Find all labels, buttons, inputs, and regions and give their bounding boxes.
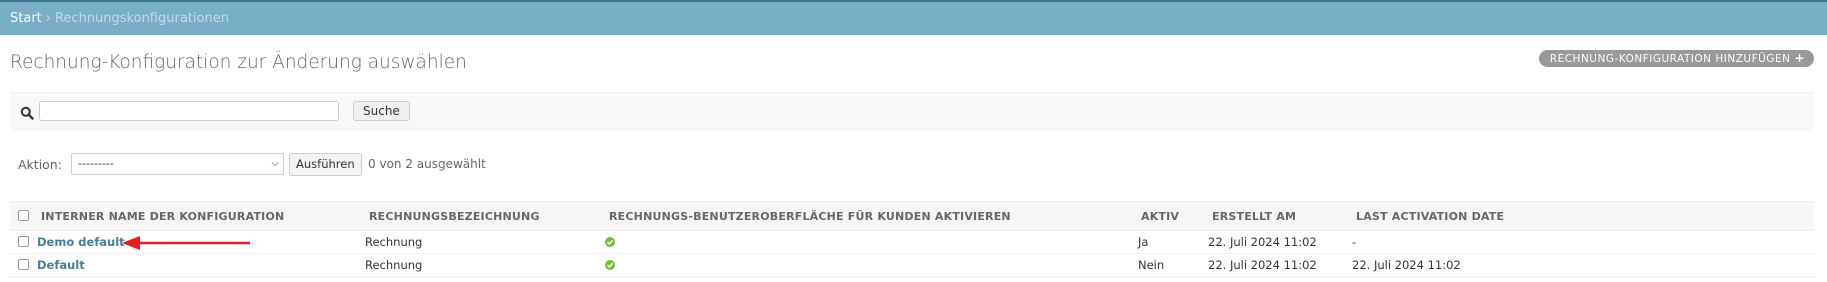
plus-icon: + bbox=[1794, 51, 1805, 65]
search-toolbar: Suche bbox=[10, 92, 1814, 131]
created-cell: 22. Juli 2024 11:02 bbox=[1208, 235, 1317, 249]
config-name-link[interactable]: Demo default bbox=[37, 235, 125, 249]
add-configuration-label: RECHNUNG-KONFIGURATION HINZUFÜGEN bbox=[1549, 53, 1791, 65]
action-select-value: --------- bbox=[78, 157, 114, 170]
column-header-created[interactable]: ERSTELLT AM bbox=[1212, 210, 1296, 223]
active-cell: Ja bbox=[1138, 235, 1149, 249]
action-select[interactable]: --------- ⌵ bbox=[71, 153, 284, 175]
column-header-designation[interactable]: RECHNUNGSBEZEICHNUNG bbox=[369, 210, 540, 223]
red-arrow-icon bbox=[122, 236, 250, 250]
breadcrumb: Start › Rechnungskonfigurationen bbox=[0, 2, 1827, 35]
breadcrumb-current: Rechnungskonfigurationen bbox=[54, 11, 229, 26]
search-input[interactable] bbox=[39, 101, 339, 121]
designation-cell: Rechnung bbox=[365, 235, 423, 249]
run-action-button[interactable]: Ausführen bbox=[289, 153, 362, 176]
last-activation-cell: 22. Juli 2024 11:02 bbox=[1352, 258, 1461, 272]
last-activation-cell: - bbox=[1352, 235, 1357, 249]
search-icon bbox=[20, 106, 34, 120]
column-header-active[interactable]: AKTIV bbox=[1141, 210, 1179, 223]
table-row: Default Rechnung Nein 22. Juli 2024 11:0… bbox=[10, 254, 1814, 277]
select-all-checkbox[interactable] bbox=[18, 210, 29, 221]
designation-cell: Rechnung bbox=[365, 258, 423, 272]
check-circle-icon bbox=[605, 237, 615, 247]
add-configuration-button[interactable]: RECHNUNG-KONFIGURATION HINZUFÜGEN + bbox=[1538, 50, 1814, 67]
search-button[interactable]: Suche bbox=[353, 101, 410, 121]
active-cell: Nein bbox=[1138, 258, 1165, 272]
row-checkbox[interactable] bbox=[18, 259, 29, 270]
table-header: INTERNER NAME DER KONFIGURATION RECHNUNG… bbox=[10, 201, 1814, 231]
config-name-link[interactable]: Default bbox=[37, 258, 85, 272]
column-header-last-activation[interactable]: LAST ACTIVATION DATE bbox=[1356, 210, 1504, 223]
page-title: Rechnung-Konfiguration zur Änderung ausw… bbox=[10, 52, 467, 73]
table-row: Demo default Rechnung Ja 22. Juli 2024 1… bbox=[10, 231, 1814, 254]
selection-counter: 0 von 2 ausgewählt bbox=[368, 157, 486, 171]
created-cell: 22. Juli 2024 11:02 bbox=[1208, 258, 1317, 272]
row-checkbox[interactable] bbox=[18, 236, 29, 247]
column-header-name[interactable]: INTERNER NAME DER KONFIGURATION bbox=[41, 210, 284, 223]
chevron-down-icon: ⌵ bbox=[271, 158, 279, 169]
results-table: INTERNER NAME DER KONFIGURATION RECHNUNG… bbox=[10, 201, 1814, 277]
breadcrumb-home-link[interactable]: Start bbox=[10, 11, 42, 26]
check-circle-icon bbox=[605, 260, 615, 270]
column-header-ui[interactable]: RECHNUNGS-BENUTZEROBERFLÄCHE FÜR KUNDEN … bbox=[609, 210, 1011, 223]
action-label: Aktion: bbox=[18, 157, 62, 172]
action-bar: Aktion: --------- ⌵ Ausführen 0 von 2 au… bbox=[10, 152, 710, 178]
breadcrumb-separator: › bbox=[45, 11, 51, 26]
